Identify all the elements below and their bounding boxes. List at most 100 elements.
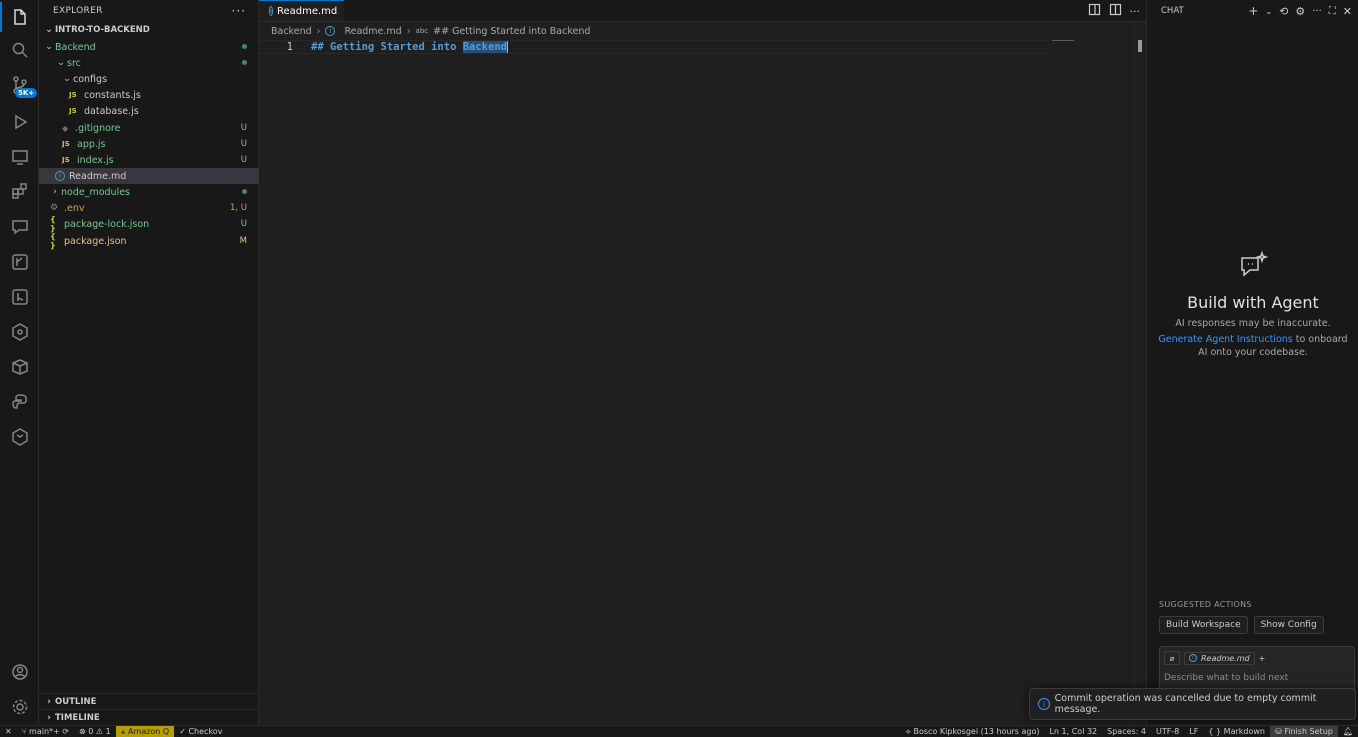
tree-item-label: package.json [64, 235, 127, 247]
editor-scrollbar[interactable] [1134, 22, 1146, 725]
chevron-down-icon[interactable]: ⌄ [1265, 7, 1272, 16]
checkov-label: Checkov [188, 727, 223, 736]
search-icon[interactable] [0, 33, 39, 67]
scrollbar-thumb[interactable] [1138, 40, 1142, 52]
tree-item-label: node_modules [61, 186, 131, 198]
outline-section[interactable]: › OUTLINE [39, 693, 259, 709]
chat-icon[interactable] [0, 210, 39, 244]
activity-bar: 5K+ [0, 0, 39, 725]
explorer-icon[interactable] [0, 0, 39, 34]
end-of-line[interactable]: LF [1184, 726, 1203, 737]
workspace-folder[interactable]: ⌄ INTRO-TO-BACKEND [39, 22, 258, 38]
attached-file-label: Readme.md [1201, 653, 1250, 663]
js-file-icon: JS [62, 140, 70, 148]
history-icon[interactable]: ⟲ [1279, 5, 1288, 18]
chat-input-placeholder[interactable]: Describe what to build next [1160, 669, 1354, 687]
maximize-icon[interactable]: ⛶ [1329, 6, 1336, 17]
git-blame-indicator[interactable]: ⟡ Bosco Kipkosgei (13 hours ago) [901, 726, 1045, 737]
error-icon: ⊗ [79, 727, 89, 736]
remote-explorer-icon[interactable] [0, 140, 39, 174]
source-control-icon[interactable]: 5K+ [0, 68, 39, 102]
status-bar: ✕ ⑂ main*+ ⟳ ⊗ 0 ⚠ 1 ⚹ Amazon Q ✓ Checko… [0, 725, 1358, 737]
code-line[interactable]: 1 ## Getting Started into Backend [259, 40, 1049, 54]
indentation[interactable]: Spaces: 4 [1102, 726, 1151, 737]
show-config-button[interactable]: Show Config [1253, 616, 1324, 634]
chevron-down-icon: ⌄ [45, 25, 53, 35]
tree-item-configs[interactable]: ⌄ configs [39, 71, 259, 87]
minimap[interactable] [1052, 40, 1074, 41]
js-file-icon: JS [62, 156, 70, 164]
kubernetes-icon[interactable] [0, 315, 39, 349]
tree-item-label: configs [73, 73, 108, 85]
tree-item-label: Backend [55, 41, 96, 53]
tree-item-readme[interactable]: i Readme.md [39, 168, 259, 184]
chat-panel: CHAT + ⌄ ⟲ ⚙ ··· ⛶ ✕ Build with Agent AI… [1146, 0, 1358, 725]
tree-item-env[interactable]: ⚙ .env 1, U [39, 200, 259, 216]
braces-icon: { } [1208, 727, 1224, 736]
tree-item-package[interactable]: { } package.json M [39, 232, 259, 250]
split-editor-icon[interactable] [1109, 3, 1122, 19]
agent-chat-sparkle-icon [1147, 250, 1358, 285]
remote-indicator-icon[interactable]: ✕ [0, 726, 17, 737]
manage-gear-icon[interactable] [0, 690, 39, 724]
close-icon[interactable]: ✕ [1343, 5, 1352, 18]
more-actions-icon[interactable]: ··· [1312, 6, 1322, 17]
tree-item-database[interactable]: JS database.js [39, 103, 259, 119]
branch-indicator[interactable]: ⑂ main*+ ⟳ [17, 726, 74, 737]
notification-toast[interactable]: i Commit operation was cancelled due to … [1029, 688, 1356, 720]
chat-instructions-text: Generate Agent Instructions to onboard A… [1147, 333, 1358, 359]
paperclip-icon[interactable]: ⌀ [1164, 651, 1180, 665]
new-chat-icon[interactable]: + [1248, 4, 1258, 18]
breadcrumb-item[interactable]: ## Getting Started into Backend [433, 26, 590, 37]
tree-item-src[interactable]: ⌄ src [39, 55, 259, 71]
git-graph-icon[interactable] [0, 245, 39, 279]
notification-message: Commit operation was cancelled due to em… [1054, 693, 1317, 715]
tree-item-node-modules[interactable]: › node_modules [39, 184, 259, 200]
language-mode[interactable]: { } Markdown [1203, 726, 1270, 737]
tree-item-app[interactable]: JS app.js U [39, 136, 259, 152]
finish-setup-button[interactable]: ⛁ Finish Setup [1269, 725, 1338, 737]
encoding[interactable]: UTF-8 [1151, 726, 1184, 737]
tree-item-package-lock[interactable]: { } package-lock.json U [39, 215, 259, 233]
gear-icon[interactable]: ⚙ [1295, 5, 1305, 18]
chat-welcome-title: Build with Agent [1187, 293, 1319, 312]
tree-item-backend[interactable]: ⌄ Backend [39, 39, 259, 55]
breadcrumb-item[interactable]: Backend [271, 26, 312, 37]
generate-instructions-link[interactable]: Generate Agent Instructions [1158, 334, 1292, 345]
checkov-indicator[interactable]: ✓ Checkov [174, 726, 227, 737]
containers-icon[interactable] [0, 350, 39, 384]
git-file-icon: ◆ [62, 123, 69, 133]
build-workspace-button[interactable]: Build Workspace [1159, 616, 1248, 634]
tree-item-index[interactable]: JS index.js U [39, 152, 259, 168]
account-icon[interactable] [0, 655, 39, 689]
more-actions-icon[interactable]: ··· [1130, 5, 1141, 18]
tree-item-gitignore[interactable]: ◆ .gitignore U [39, 120, 259, 136]
open-preview-icon[interactable] [1088, 3, 1101, 19]
more-actions-icon[interactable]: ··· [232, 4, 246, 18]
terraform-icon[interactable] [0, 420, 39, 454]
warning-count: 1 [105, 727, 111, 736]
cursor-position[interactable]: Ln 1, Col 32 [1044, 726, 1102, 737]
string-symbol-icon: abc [415, 27, 429, 35]
run-debug-icon[interactable] [0, 105, 39, 139]
notifications-bell-icon[interactable]: 🔔︎ [1338, 726, 1358, 737]
finish-setup-label: Finish Setup [1284, 727, 1333, 736]
extensions-icon[interactable] [0, 174, 39, 208]
python-icon[interactable] [0, 385, 39, 419]
tree-item-label: Readme.md [69, 170, 127, 182]
amazon-q-indicator[interactable]: ⚹ Amazon Q [115, 725, 175, 737]
chat-header: CHAT + ⌄ ⟲ ⚙ ··· ⛶ ✕ [1147, 0, 1358, 22]
tree-item-constants[interactable]: JS constants.js [39, 87, 259, 103]
tab-readme[interactable]: i Readme.md [259, 0, 344, 21]
problems-indicator[interactable]: ⊗ 0 ⚠ 1 [74, 726, 116, 737]
suggested-actions: Build Workspace Show Config [1159, 616, 1324, 634]
status-badge: U [240, 219, 247, 229]
attached-file-chip[interactable]: i Readme.md [1184, 651, 1255, 665]
breadcrumb-item[interactable]: Readme.md [344, 26, 401, 37]
json-file-icon: { } [50, 215, 56, 233]
status-badge: U [240, 155, 247, 165]
gitlens-icon[interactable] [0, 280, 39, 314]
timeline-section[interactable]: › TIMELINE [39, 709, 259, 725]
add-context-icon[interactable]: + [1259, 654, 1266, 663]
info-icon: i [1038, 698, 1050, 710]
